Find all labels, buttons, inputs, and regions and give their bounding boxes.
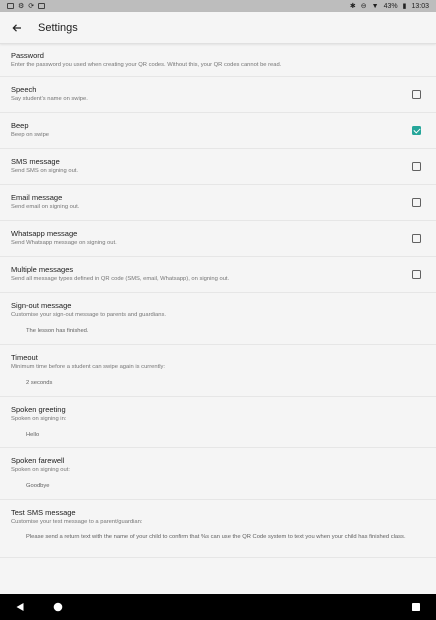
navigation-bar bbox=[0, 594, 436, 620]
setting-subtitle: Enter the password you used when creatin… bbox=[11, 62, 282, 68]
setting-subtitle: Spoken on signing out: bbox=[11, 467, 70, 473]
setting-subtitle: Send SMS on signing out. bbox=[11, 168, 79, 174]
setting-beep[interactable]: Beep Beep on swipe bbox=[0, 113, 436, 149]
setting-title: Spoken greeting bbox=[11, 405, 66, 414]
wifi-icon: ▼ bbox=[371, 2, 379, 10]
setting-title: Spoken farewell bbox=[11, 456, 65, 465]
notification-icon bbox=[7, 3, 14, 9]
setting-title: Sign-out message bbox=[11, 301, 72, 310]
back-button[interactable] bbox=[0, 12, 34, 44]
setting-email-message[interactable]: Email message Send email on signing out. bbox=[0, 185, 436, 221]
battery-percent: 43% bbox=[383, 2, 398, 10]
nav-home-button[interactable] bbox=[51, 600, 65, 614]
status-bar: ⚙ ⟳ ✱ ⊖ ▼ 43% ▮ 13:03 bbox=[0, 0, 436, 12]
setting-whatsapp-message[interactable]: Whatsapp message Send Whatsapp message o… bbox=[0, 221, 436, 257]
setting-title: Email message bbox=[11, 193, 63, 202]
nav-back-button[interactable] bbox=[13, 600, 27, 614]
setting-test-sms-message[interactable]: Test SMS message Customise your test mes… bbox=[0, 500, 436, 558]
setting-subtitle: Minimum time before a student can swipe … bbox=[11, 364, 166, 370]
setting-value: Hello bbox=[26, 432, 40, 438]
setting-title: Multiple messages bbox=[11, 265, 74, 274]
setting-value: 2 seconds bbox=[26, 380, 53, 386]
setting-subtitle: Say student's name on swipe. bbox=[11, 96, 88, 102]
recents-square-icon bbox=[412, 603, 420, 611]
screenshot-icon bbox=[38, 3, 46, 9]
setting-subtitle: Customise your sign-out message to paren… bbox=[11, 312, 166, 318]
setting-title: Timeout bbox=[11, 353, 38, 362]
page-title: Settings bbox=[38, 21, 78, 34]
setting-title: Beep bbox=[11, 121, 29, 130]
setting-value: The lesson has finished. bbox=[26, 328, 89, 334]
battery-icon: ▮ bbox=[402, 2, 407, 10]
setting-spoken-greeting[interactable]: Spoken greeting Spoken on signing in: He… bbox=[0, 397, 436, 448]
setting-title: Test SMS message bbox=[11, 508, 76, 517]
setting-spoken-farewell[interactable]: Spoken farewell Spoken on signing out: G… bbox=[0, 448, 436, 500]
speech-checkbox[interactable] bbox=[412, 90, 421, 99]
setting-speech[interactable]: Speech Say student's name on swipe. bbox=[0, 77, 436, 113]
app-bar: Settings bbox=[0, 12, 436, 44]
settings-list: Password Enter the password you used whe… bbox=[0, 45, 436, 558]
setting-title: Speech bbox=[11, 85, 37, 94]
setting-subtitle: Customise your test message to a parent/… bbox=[11, 519, 143, 525]
nav-recents-button[interactable] bbox=[409, 600, 423, 614]
setting-title: Whatsapp message bbox=[11, 229, 78, 238]
beep-checkbox[interactable] bbox=[412, 126, 421, 135]
email-checkbox[interactable] bbox=[412, 198, 421, 207]
back-arrow-icon bbox=[12, 23, 21, 32]
setting-multiple-messages[interactable]: Multiple messages Send all message types… bbox=[0, 257, 436, 293]
multiple-messages-checkbox[interactable] bbox=[412, 270, 421, 279]
setting-timeout[interactable]: Timeout Minimum time before a student ca… bbox=[0, 345, 436, 397]
sms-checkbox[interactable] bbox=[412, 162, 421, 171]
setting-subtitle: Send Whatsapp message on signing out. bbox=[11, 240, 117, 246]
bluetooth-icon: ✱ bbox=[349, 2, 356, 10]
do-not-disturb-icon: ⊖ bbox=[360, 2, 367, 10]
settings-notification-icon: ⚙ bbox=[18, 2, 25, 10]
setting-title: SMS message bbox=[11, 157, 60, 166]
whatsapp-checkbox[interactable] bbox=[412, 234, 421, 243]
sync-icon: ⟳ bbox=[28, 2, 35, 10]
setting-value: Goodbye bbox=[26, 483, 50, 489]
setting-subtitle: Beep on swipe bbox=[11, 132, 50, 138]
home-circle-icon bbox=[53, 602, 63, 612]
setting-title: Password bbox=[11, 51, 44, 60]
setting-subtitle: Send email on signing out. bbox=[11, 204, 80, 210]
setting-password[interactable]: Password Enter the password you used whe… bbox=[0, 45, 436, 77]
setting-sms-message[interactable]: SMS message Send SMS on signing out. bbox=[0, 149, 436, 185]
clock: 13:03 bbox=[411, 2, 429, 10]
back-triangle-icon bbox=[16, 603, 24, 611]
setting-value: Please send a return text with the name … bbox=[26, 534, 406, 540]
setting-subtitle: Send all message types defined in QR cod… bbox=[11, 276, 230, 282]
setting-subtitle: Spoken on signing in: bbox=[11, 416, 67, 422]
setting-sign-out-message[interactable]: Sign-out message Customise your sign-out… bbox=[0, 293, 436, 345]
